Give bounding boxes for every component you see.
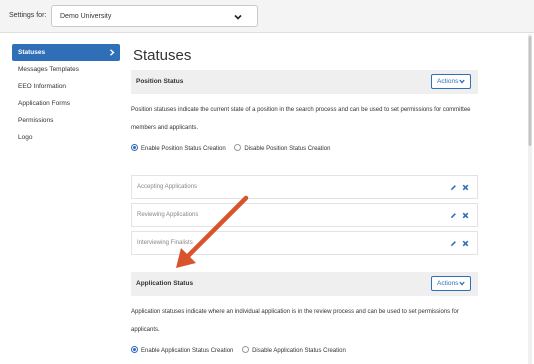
position-status-item[interactable]: Interviewing Finalists [131, 231, 478, 255]
radio-label: Enable Position Status Creation [141, 146, 226, 153]
application-status-radio-group: Enable Application Status Creation Disab… [131, 346, 353, 357]
application-status-header: Application Status Actions [131, 272, 478, 296]
sidebar-item-label: EEO Information [18, 83, 67, 90]
actions-label: Actions [437, 78, 459, 85]
status-item-label: Reviewing Applications [137, 212, 199, 218]
sidebar-item-label: Application Forms [18, 100, 71, 107]
sidebar-item-label: Logo [18, 134, 33, 141]
disable-application-status-option[interactable]: Disable Application Status Creation [242, 346, 346, 355]
position-status-radio-group: Enable Position Status Creation Disable … [131, 144, 337, 155]
radio-label: Disable Position Status Creation [244, 146, 331, 153]
radio-unselected-icon[interactable] [242, 346, 250, 353]
close-icon[interactable] [462, 184, 469, 191]
sidebar-item-application-forms[interactable]: Application Forms [12, 95, 120, 112]
radio-label: Enable Application Status Creation [141, 348, 234, 355]
radio-selected-icon[interactable] [131, 144, 138, 151]
settings-for-label: Settings for: [9, 12, 47, 19]
actions-label: Actions [437, 280, 459, 287]
sidebar-item-statuses[interactable]: Statuses [12, 44, 120, 61]
radio-label: Disable Application Status Creation [252, 348, 346, 355]
chevron-down-icon [234, 14, 242, 20]
pencil-icon[interactable] [450, 184, 457, 191]
enable-application-status-option[interactable]: Enable Application Status Creation [131, 346, 234, 355]
page-title: Statuses [133, 47, 192, 64]
section-title: Position Status [136, 78, 184, 85]
sidebar-item-label: Messages Templates [18, 66, 79, 73]
chevron-right-icon [110, 49, 115, 56]
status-item-label: Interviewing Finalists [137, 240, 193, 246]
status-item-label: Accepting Applications [137, 184, 198, 190]
application-status-description: Application statuses indicate where an i… [131, 309, 459, 333]
position-status-item[interactable]: Accepting Applications [131, 175, 478, 199]
radio-selected-icon[interactable] [131, 346, 138, 353]
sidebar-item-label: Statuses [18, 49, 46, 56]
enable-position-status-option[interactable]: Enable Position Status Creation [131, 144, 226, 153]
position-actions-button[interactable]: Actions [431, 74, 471, 89]
close-icon[interactable] [462, 240, 469, 247]
close-icon[interactable] [462, 212, 469, 219]
application-actions-button[interactable]: Actions [431, 276, 471, 291]
sidebar-item-logo[interactable]: Logo [12, 129, 120, 146]
disable-position-status-option[interactable]: Disable Position Status Creation [234, 144, 331, 153]
settings-bar: Settings for: Demo University [0, 0, 534, 33]
sidebar-item-label: Permissions [18, 117, 54, 124]
sidebar-item-permissions[interactable]: Permissions [12, 112, 120, 129]
chevron-down-icon [459, 281, 465, 286]
organization-select[interactable]: Demo University [51, 5, 258, 27]
section-title: Application Status [136, 280, 194, 287]
pencil-icon[interactable] [450, 240, 457, 247]
position-status-description: Position statuses indicate the current s… [131, 107, 471, 131]
settings-sidebar: Statuses Messages Templates EEO Informat… [12, 44, 120, 146]
pencil-icon[interactable] [450, 212, 457, 219]
page-scrollbar[interactable] [528, 34, 532, 364]
sidebar-item-eeo-information[interactable]: EEO Information [12, 78, 120, 95]
position-status-item[interactable]: Reviewing Applications [131, 203, 478, 227]
organization-select-value: Demo University [60, 13, 112, 20]
radio-unselected-icon[interactable] [234, 144, 242, 151]
position-status-header: Position Status Actions [131, 70, 478, 94]
chevron-down-icon [459, 79, 465, 84]
sidebar-item-message-templates[interactable]: Messages Templates [12, 61, 120, 78]
